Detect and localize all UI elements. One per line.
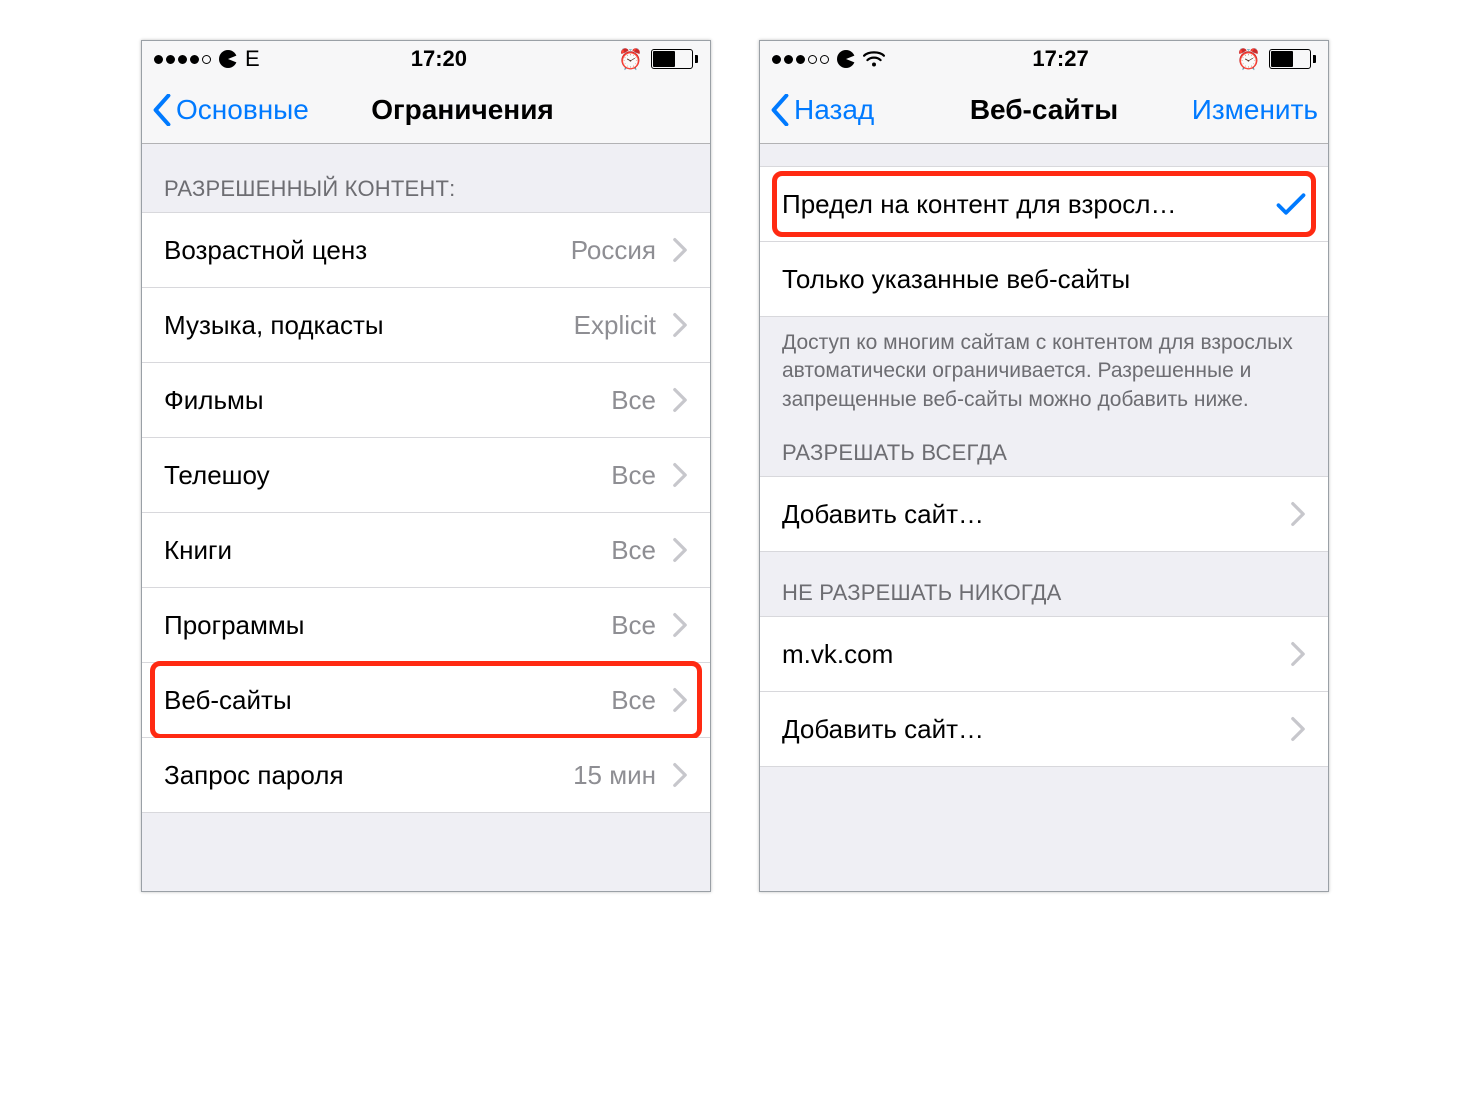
phone-websites: 17:27 ⏰ Назад Веб-сайты Изменить Предел … [759, 40, 1329, 892]
content: Предел на контент для взросл… Только ука… [760, 144, 1328, 891]
row-websites[interactable]: Веб-сайты Все [142, 663, 710, 738]
chevron-right-icon [672, 537, 688, 563]
row-label: Веб-сайты [164, 685, 611, 716]
status-bar: 17:27 ⏰ [760, 41, 1328, 77]
section-footer-description: Доступ ко многим сайтам с контентом для … [760, 317, 1328, 418]
row-value: Все [611, 535, 656, 566]
row-value: Все [611, 460, 656, 491]
chevron-left-icon [152, 94, 172, 126]
phone-restrictions: E 17:20 ⏰ Основные Ограничения РАЗРЕШЕНН… [141, 40, 711, 892]
wifi-icon [863, 51, 885, 67]
chevron-right-icon [1290, 641, 1306, 667]
row-label: Телешоу [164, 460, 611, 491]
row-label: m.vk.com [782, 639, 1290, 670]
back-button[interactable]: Назад [770, 94, 874, 126]
status-left [772, 50, 885, 68]
status-time: 17:20 [411, 46, 467, 72]
row-specific-websites-only[interactable]: Только указанные веб-сайты [760, 242, 1328, 317]
signal-dots-icon [154, 55, 211, 64]
chevron-right-icon [1290, 716, 1306, 742]
row-value: Россия [571, 235, 656, 266]
alarm-icon: ⏰ [1236, 47, 1261, 72]
row-label: Программы [164, 610, 611, 641]
chevron-right-icon [672, 462, 688, 488]
status-left: E [154, 46, 260, 72]
section-header-always-allow: РАЗРЕШАТЬ ВСЕГДА [760, 418, 1328, 476]
checkmark-icon [1276, 191, 1306, 217]
row-value: Explicit [574, 310, 656, 341]
carrier-logo-icon [837, 50, 855, 68]
row-value: 15 мин [573, 760, 656, 791]
row-label: Запрос пароля [164, 760, 573, 791]
back-button[interactable]: Основные [152, 94, 309, 126]
back-label: Основные [176, 94, 309, 126]
row-require-password[interactable]: Запрос пароля 15 мин [142, 738, 710, 813]
chevron-right-icon [672, 237, 688, 263]
row-label: Предел на контент для взросл… [782, 189, 1276, 220]
alarm-icon: ⏰ [618, 47, 643, 72]
row-movies[interactable]: Фильмы Все [142, 363, 710, 438]
row-value: Все [611, 610, 656, 641]
row-value: Все [611, 685, 656, 716]
nav-title: Веб-сайты [970, 94, 1118, 126]
status-time: 17:27 [1032, 46, 1088, 72]
chevron-right-icon [672, 612, 688, 638]
battery-icon [1269, 49, 1316, 69]
carrier-logo-icon [219, 50, 237, 68]
nav-bar: Назад Веб-сайты Изменить [760, 77, 1328, 144]
row-music-podcasts[interactable]: Музыка, подкасты Explicit [142, 288, 710, 363]
signal-dots-icon [772, 55, 829, 64]
row-value: Все [611, 385, 656, 416]
nav-title: Ограничения [371, 94, 554, 126]
battery-icon [651, 49, 698, 69]
row-label: Музыка, подкасты [164, 310, 574, 341]
row-age-rating[interactable]: Возрастной ценз Россия [142, 212, 710, 288]
chevron-right-icon [1290, 501, 1306, 527]
row-label: Только указанные веб-сайты [782, 264, 1306, 295]
content: РАЗРЕШЕННЫЙ КОНТЕНТ: Возрастной ценз Рос… [142, 144, 710, 891]
row-limit-adult-content[interactable]: Предел на контент для взросл… [760, 166, 1328, 242]
row-books[interactable]: Книги Все [142, 513, 710, 588]
chevron-right-icon [672, 762, 688, 788]
status-right: ⏰ [618, 47, 698, 72]
status-bar: E 17:20 ⏰ [142, 41, 710, 77]
row-deny-site[interactable]: m.vk.com [760, 616, 1328, 692]
row-label: Добавить сайт… [782, 499, 1290, 530]
row-label: Фильмы [164, 385, 611, 416]
section-header-allowed-content: РАЗРЕШЕННЫЙ КОНТЕНТ: [142, 144, 710, 212]
row-label: Добавить сайт… [782, 714, 1290, 745]
row-label: Книги [164, 535, 611, 566]
section-header-never-allow: НЕ РАЗРЕШАТЬ НИКОГДА [760, 552, 1328, 616]
chevron-right-icon [672, 312, 688, 338]
edit-button[interactable]: Изменить [1192, 94, 1318, 126]
row-apps[interactable]: Программы Все [142, 588, 710, 663]
carrier-label: E [245, 46, 260, 72]
nav-bar: Основные Ограничения [142, 77, 710, 144]
row-label: Возрастной ценз [164, 235, 571, 266]
status-right: ⏰ [1236, 47, 1316, 72]
row-tv-shows[interactable]: Телешоу Все [142, 438, 710, 513]
row-add-allow-site[interactable]: Добавить сайт… [760, 476, 1328, 552]
chevron-right-icon [672, 387, 688, 413]
chevron-left-icon [770, 94, 790, 126]
chevron-right-icon [672, 687, 688, 713]
row-add-deny-site[interactable]: Добавить сайт… [760, 692, 1328, 767]
back-label: Назад [794, 94, 874, 126]
